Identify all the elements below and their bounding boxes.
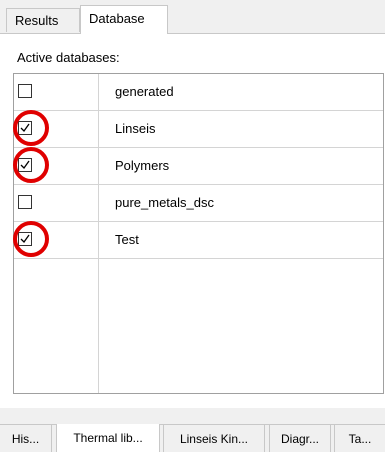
highlight-circle — [13, 221, 49, 257]
highlight-circle — [13, 147, 49, 183]
tab-table-label: Ta... — [348, 432, 372, 446]
tab-linseis-kin[interactable]: Linseis Kin... — [163, 425, 265, 452]
check-cell — [14, 185, 99, 221]
tab-results-label: Results — [15, 13, 59, 28]
tab-results[interactable]: Results — [6, 8, 80, 32]
tab-database-label: Database — [89, 11, 145, 26]
table-row[interactable]: Polymers — [14, 148, 383, 185]
tab-diagram-label: Diagr... — [280, 432, 319, 446]
database-name: pure_metals_dsc — [115, 195, 214, 210]
tab-table[interactable]: Ta... — [334, 425, 385, 452]
table-row[interactable]: Test — [14, 222, 383, 259]
database-name: generated — [115, 84, 174, 99]
check-cell — [14, 74, 99, 110]
table-row[interactable]: pure_metals_dsc — [14, 185, 383, 222]
tab-history-label: His... — [11, 432, 40, 446]
tab-diagram[interactable]: Diagr... — [269, 425, 331, 452]
active-databases-label: Active databases: — [17, 50, 120, 65]
table-row[interactable]: generated — [14, 74, 383, 111]
database-name: Polymers — [115, 158, 170, 173]
database-name: Linseis — [115, 121, 156, 136]
tab-database[interactable]: Database — [80, 5, 168, 34]
database-name: Test — [115, 232, 139, 247]
table-row[interactable]: Linseis — [14, 111, 383, 148]
checkbox-pure-metals-dsc[interactable] — [18, 195, 32, 209]
tab-history[interactable]: His... — [0, 425, 52, 452]
checkbox-generated[interactable] — [18, 84, 32, 98]
tab-thermal-lib-label: Thermal lib... — [73, 431, 143, 445]
tab-linseis-kin-label: Linseis Kin... — [179, 432, 249, 446]
highlight-circle — [13, 110, 49, 146]
tab-thermal-lib[interactable]: Thermal lib... — [56, 424, 160, 452]
database-grid: generated Linseis Polymers pure_metals_d… — [13, 73, 384, 394]
